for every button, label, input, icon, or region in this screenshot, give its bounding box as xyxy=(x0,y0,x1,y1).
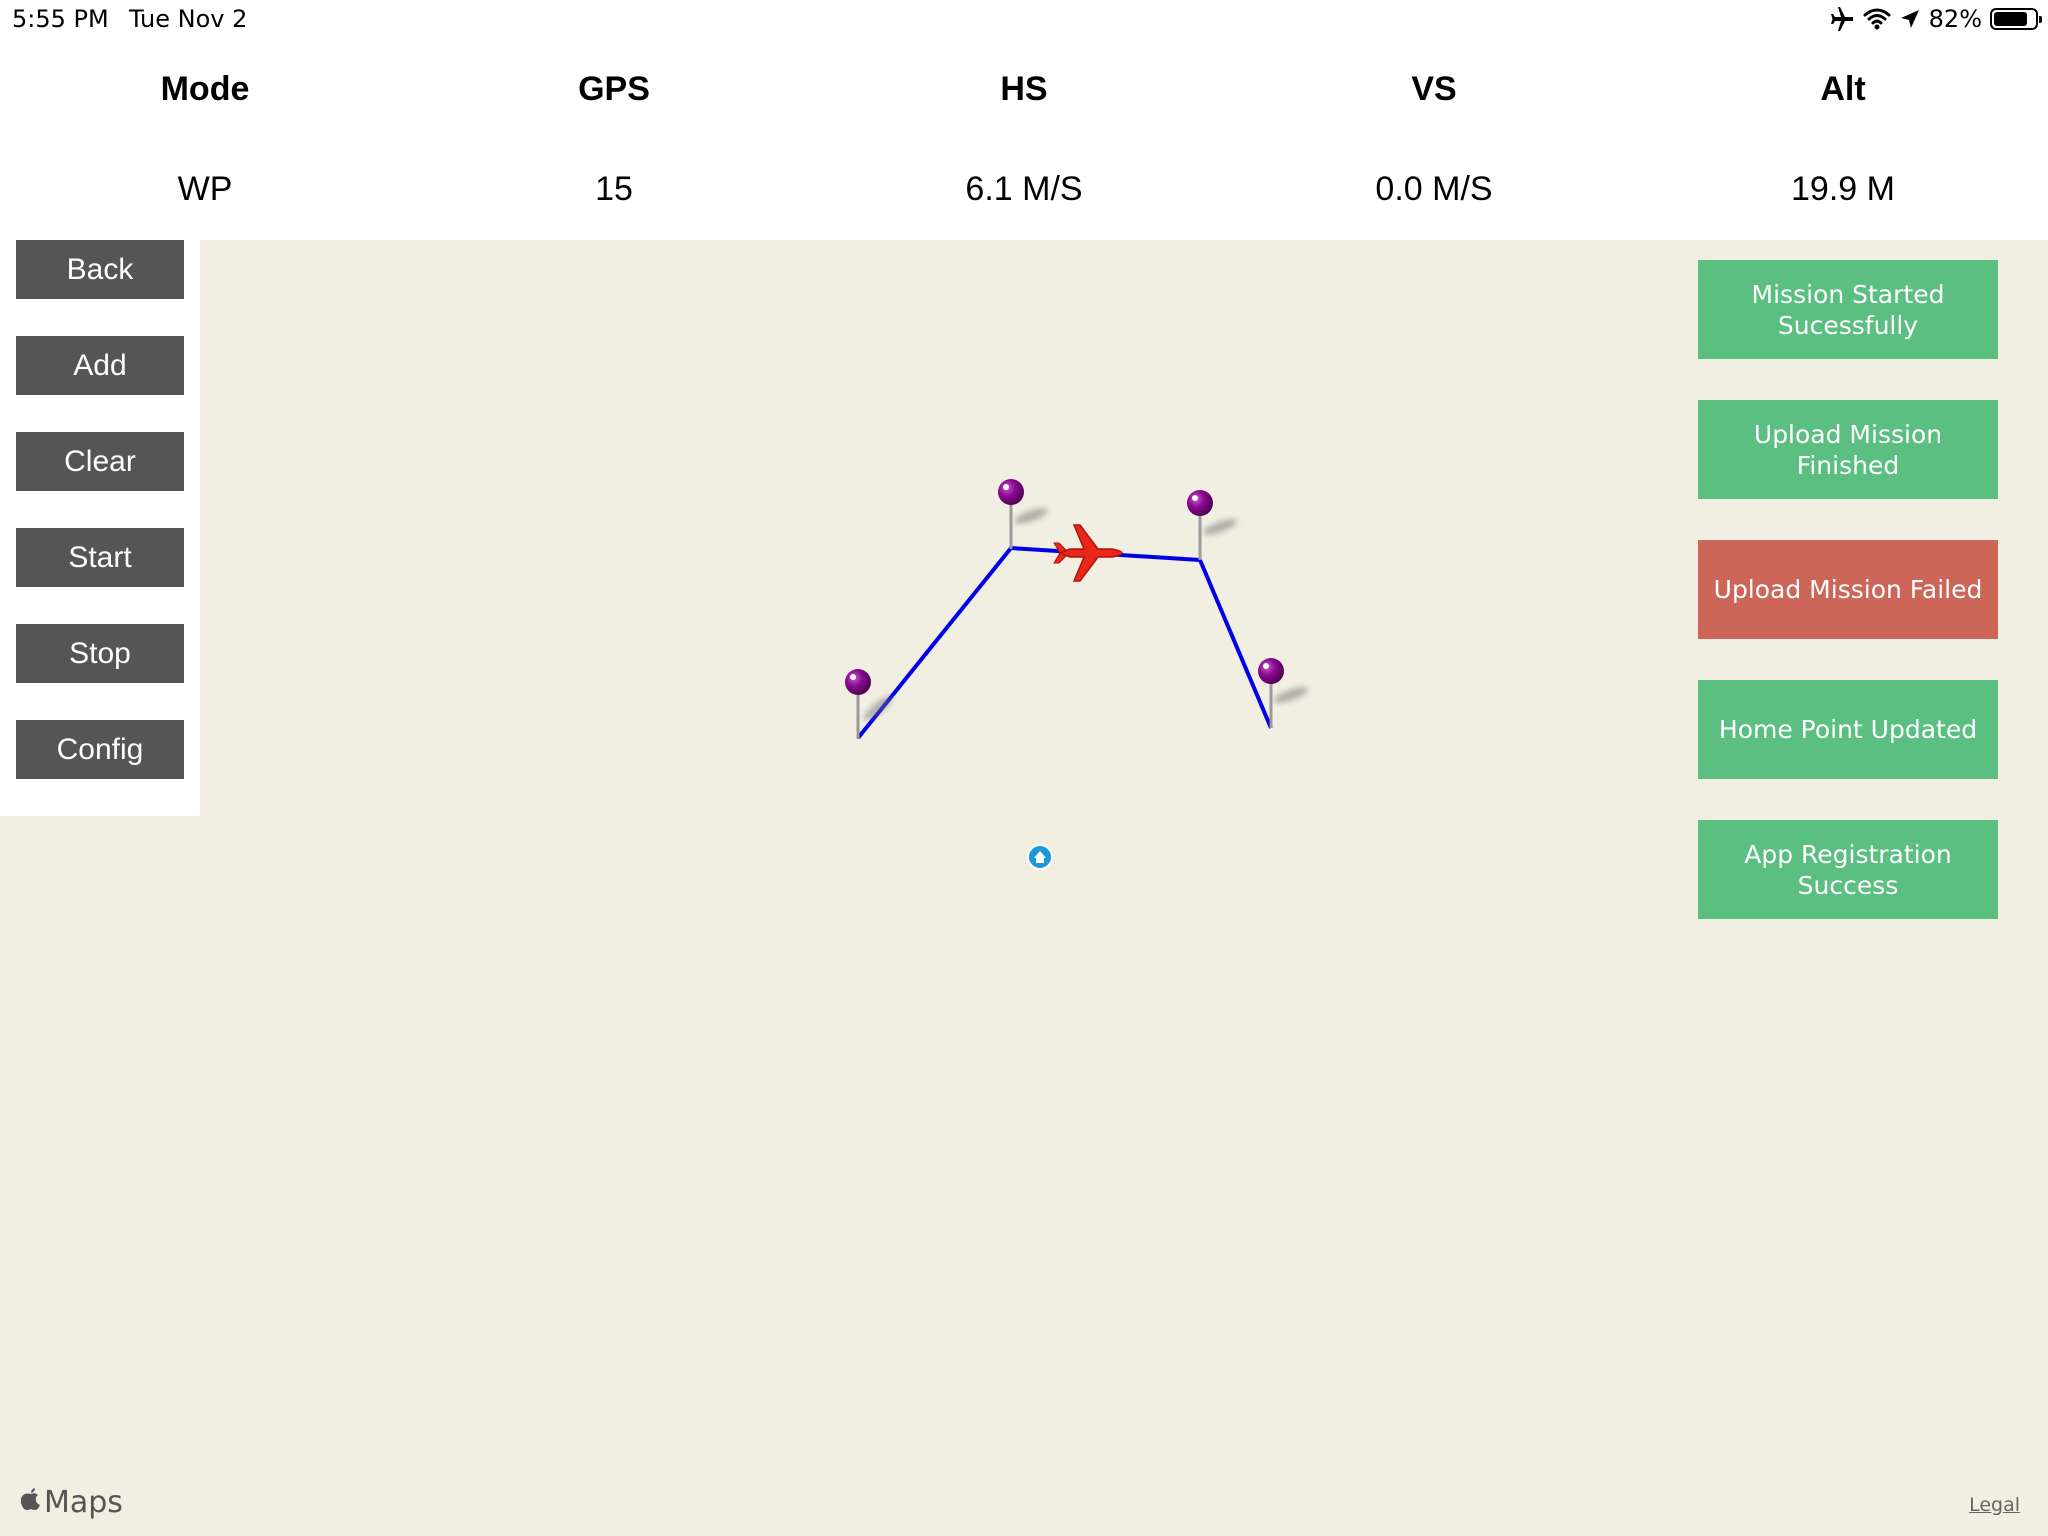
status-bar: 5:55 PM Tue Nov 2 82% xyxy=(0,0,2048,40)
waypoint-pin-icon[interactable] xyxy=(1187,490,1239,560)
telemetry-gps: GPS 15 xyxy=(409,40,819,240)
start-button[interactable]: Start xyxy=(16,528,184,587)
telemetry-value: 15 xyxy=(595,170,633,208)
telemetry-label: VS xyxy=(1411,70,1457,108)
telemetry-label: GPS xyxy=(578,70,650,108)
battery-percent: 82% xyxy=(1928,5,1982,33)
telemetry-value: 6.1 M/S xyxy=(965,170,1083,208)
telemetry-label: Alt xyxy=(1820,70,1866,108)
maps-label: Maps xyxy=(44,1485,123,1520)
clear-button[interactable]: Clear xyxy=(16,432,184,491)
status-date: Tue Nov 2 xyxy=(129,5,248,33)
battery-icon xyxy=(1990,8,2042,30)
notice-mission-started: Mission Started Sucessfully xyxy=(1698,260,1998,359)
status-time: 5:55 PM xyxy=(12,5,109,33)
notice-upload-finished: Upload Mission Finished xyxy=(1698,400,1998,499)
telemetry-panel: Mode WP GPS 15 HS 6.1 M/S VS 0.0 M/S Alt… xyxy=(0,40,2048,240)
home-point-icon[interactable] xyxy=(1027,844,1053,870)
mission-route-line xyxy=(856,546,1273,740)
aircraft-icon xyxy=(1053,524,1123,582)
telemetry-label: Mode xyxy=(160,70,250,108)
wifi-icon xyxy=(1863,8,1891,30)
maps-attribution: Maps xyxy=(20,1485,123,1520)
telemetry-value: WP xyxy=(177,170,233,208)
notice-upload-failed: Upload Mission Failed xyxy=(1698,540,1998,639)
control-panel: Back Add Clear Start Stop Config xyxy=(0,240,200,816)
telemetry-label: HS xyxy=(1000,70,1048,108)
telemetry-alt: Alt 19.9 M xyxy=(1638,40,2048,240)
legal-link[interactable]: Legal xyxy=(1969,1494,2020,1516)
notice-home-point-updated: Home Point Updated xyxy=(1698,680,1998,779)
apple-logo-icon xyxy=(20,1485,42,1520)
telemetry-vs: VS 0.0 M/S xyxy=(1229,40,1639,240)
waypoint-pin-icon[interactable] xyxy=(845,669,895,739)
telemetry-hs: HS 6.1 M/S xyxy=(819,40,1229,240)
app-root: 5:55 PM Tue Nov 2 82% Mode WP GPS 15 HS … xyxy=(0,0,2048,1536)
stop-button[interactable]: Stop xyxy=(16,624,184,683)
config-button[interactable]: Config xyxy=(16,720,184,779)
notice-app-registration: App Registration Success xyxy=(1698,820,1998,919)
waypoint-pin-icon[interactable] xyxy=(998,479,1050,549)
airplane-mode-icon xyxy=(1829,7,1855,31)
battery-level xyxy=(1994,12,2027,26)
status-icons: 82% xyxy=(1829,5,2042,33)
location-arrow-icon xyxy=(1899,8,1921,30)
telemetry-mode: Mode WP xyxy=(0,40,410,240)
telemetry-value: 0.0 M/S xyxy=(1375,170,1493,208)
back-button[interactable]: Back xyxy=(16,240,184,299)
telemetry-value: 19.9 M xyxy=(1791,170,1895,208)
add-button[interactable]: Add xyxy=(16,336,184,395)
